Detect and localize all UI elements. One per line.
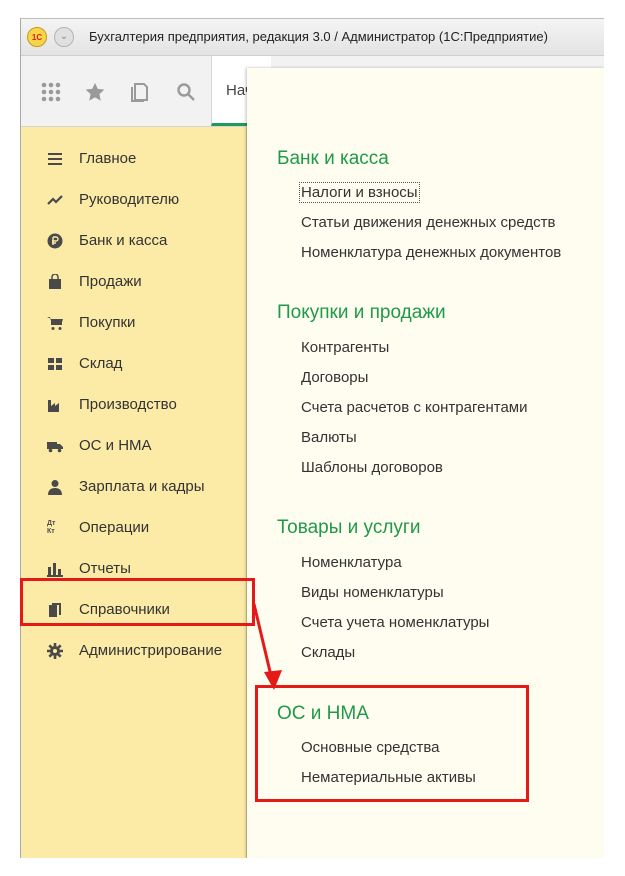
annotation-arrow xyxy=(252,603,282,690)
